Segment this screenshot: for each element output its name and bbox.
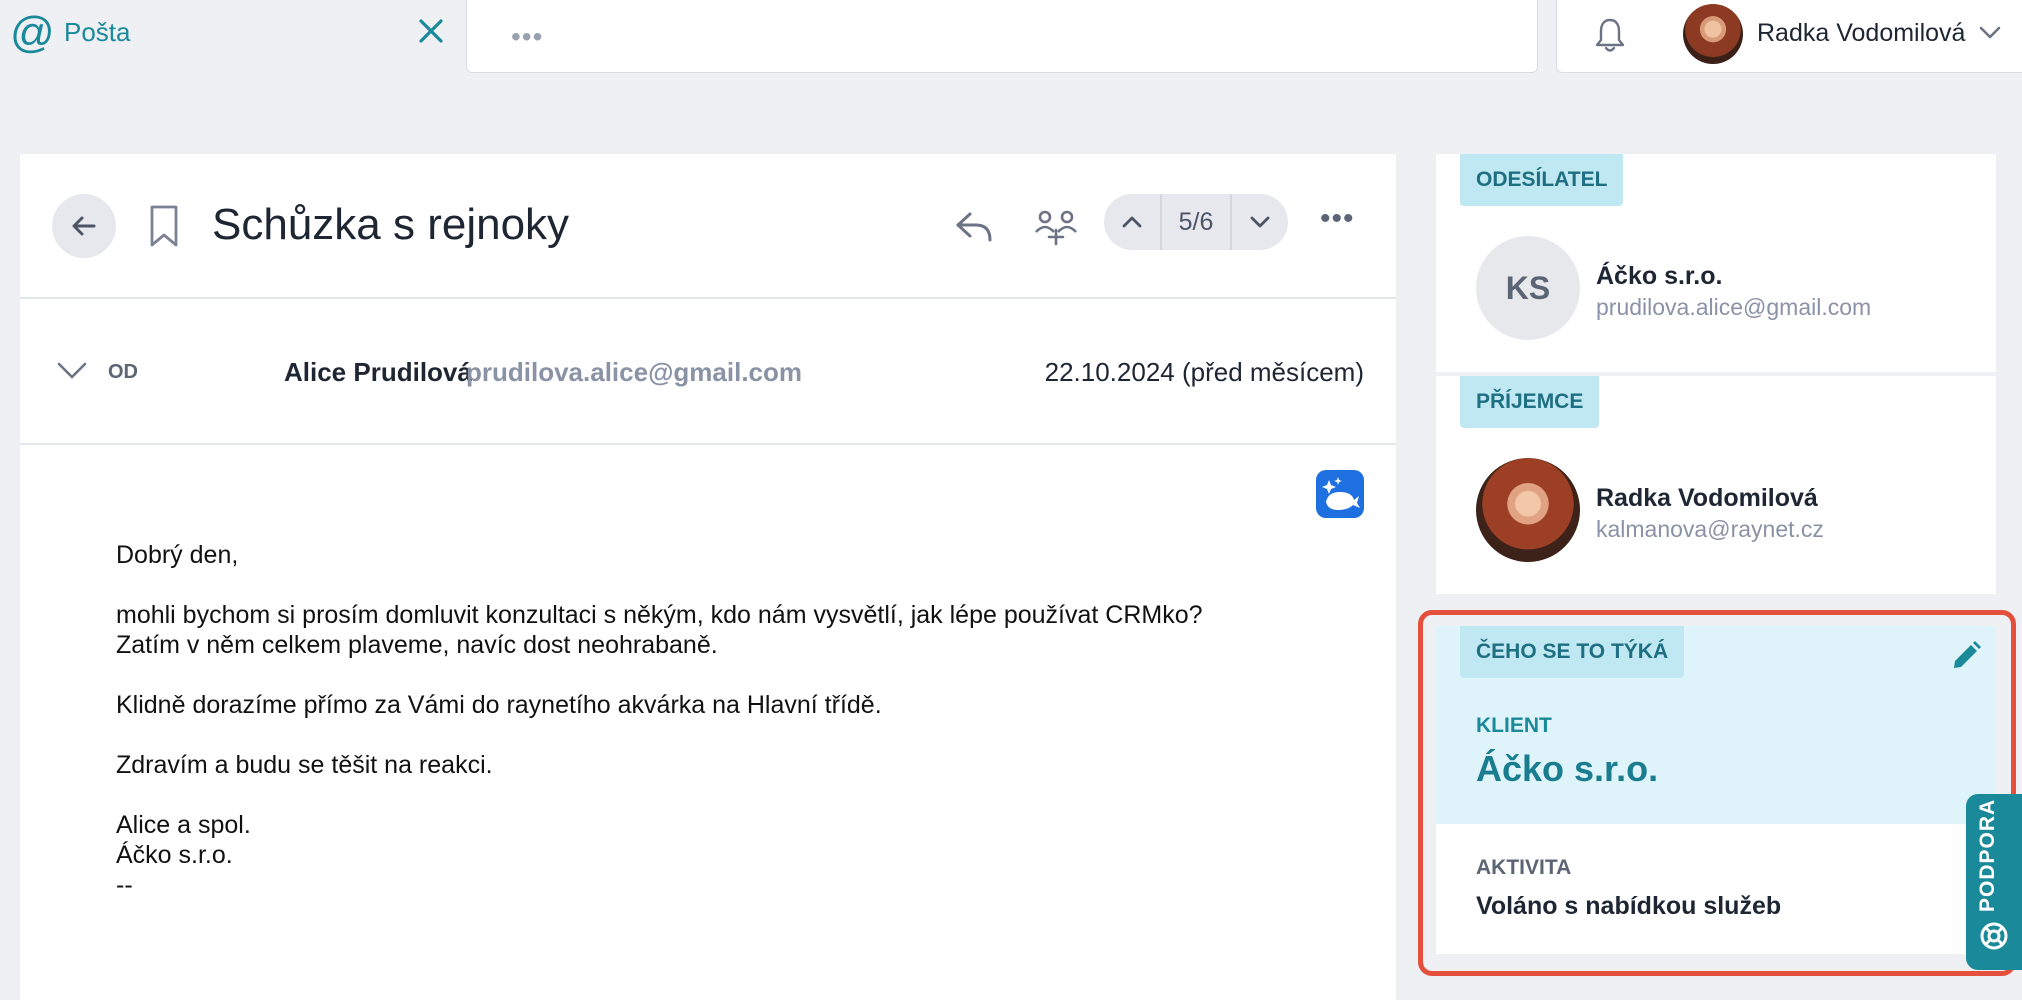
body-paragraph: Alice a spol. Áčko s.r.o. -- <box>116 811 251 899</box>
next-email-button[interactable] <box>1232 194 1288 250</box>
ai-assistant-button[interactable] <box>1316 470 1364 518</box>
avatar <box>1476 458 1580 562</box>
body-paragraph: Klidně dorazíme přímo za Vámi do raynetí… <box>116 691 882 719</box>
pager-count: 5/6 <box>1160 194 1232 250</box>
from-name: Alice Prudilová <box>284 357 472 387</box>
email-subject: Schůzka s rejnoky <box>212 200 570 249</box>
email-pager: 5/6 <box>1104 194 1288 250</box>
bookmark-icon[interactable] <box>148 204 180 248</box>
more-actions-button[interactable]: ••• <box>1320 202 1355 236</box>
sender-row: OD Alice Prudilová prudilova.alice@gmail… <box>20 299 1396 445</box>
more-tabs-icon[interactable]: ••• <box>511 21 543 53</box>
recipient-heading: PŘÍJEMCE <box>1460 376 1600 428</box>
reply-icon[interactable] <box>954 206 994 246</box>
email-header: Schůzka s rejnoky 5/6 ••• <box>20 154 1396 299</box>
lifebuoy-icon <box>1980 922 2008 950</box>
back-button[interactable] <box>52 194 116 258</box>
avatar: KS <box>1476 236 1580 340</box>
recipient-card: PŘÍJEMCE Radka Vodomilová kalmanova@rayn… <box>1436 376 1996 594</box>
recipient-email[interactable]: kalmanova@raynet.cz <box>1596 516 1824 543</box>
chevron-up-icon <box>1122 216 1142 228</box>
whale-icon <box>1322 477 1360 510</box>
from-label: OD <box>108 361 138 383</box>
previous-email-button[interactable] <box>1104 194 1160 250</box>
chevron-down-icon[interactable] <box>56 359 88 381</box>
recipient-name[interactable]: Radka Vodomilová <box>1596 484 1818 513</box>
from-email[interactable]: prudilova.alice@gmail.com <box>466 357 802 388</box>
email-date: 22.10.2024 (před měsícem) <box>1044 357 1364 387</box>
support-label: PODPORA <box>1976 798 1999 912</box>
close-icon[interactable] <box>414 14 448 48</box>
email-detail: Schůzka s rejnoky 5/6 ••• OD Alice Prudi… <box>20 154 1396 1000</box>
user-name[interactable]: Radka Vodomilová <box>1757 19 1965 48</box>
body-paragraph: Dobrý den, <box>116 541 239 569</box>
arrow-left-icon <box>72 216 96 236</box>
body-paragraph: Zdravím a budu se těšit na reakci. <box>116 751 493 779</box>
sender-name[interactable]: Áčko s.r.o. <box>1596 262 1722 291</box>
tab-bar: ••• <box>466 0 1538 73</box>
sender-email[interactable]: prudilova.alice@gmail.com <box>1596 294 1871 321</box>
tab-label: Pošta <box>64 17 131 47</box>
support-button[interactable]: PODPORA <box>1966 794 2022 970</box>
email-body: Dobrý den, mohli bychom si prosím domluv… <box>116 540 1316 930</box>
sender-card: ODESÍLATEL KS Áčko s.r.o. prudilova.alic… <box>1436 154 1996 372</box>
body-paragraph: mohli bychom si prosím domluvit konzulta… <box>116 601 1203 659</box>
sender-heading: ODESÍLATEL <box>1460 154 1624 206</box>
people-icon[interactable] <box>1034 206 1078 246</box>
at-icon: @ <box>10 8 55 57</box>
chevron-down-icon <box>1250 216 1270 228</box>
tab-posta[interactable]: @ Pošta <box>0 0 466 66</box>
chevron-down-icon[interactable] <box>1977 22 2003 42</box>
bell-icon[interactable] <box>1593 16 1627 54</box>
avatar[interactable] <box>1683 4 1743 64</box>
user-menu[interactable]: Radka Vodomilová <box>1556 0 2022 73</box>
highlight-frame <box>1418 610 2016 976</box>
